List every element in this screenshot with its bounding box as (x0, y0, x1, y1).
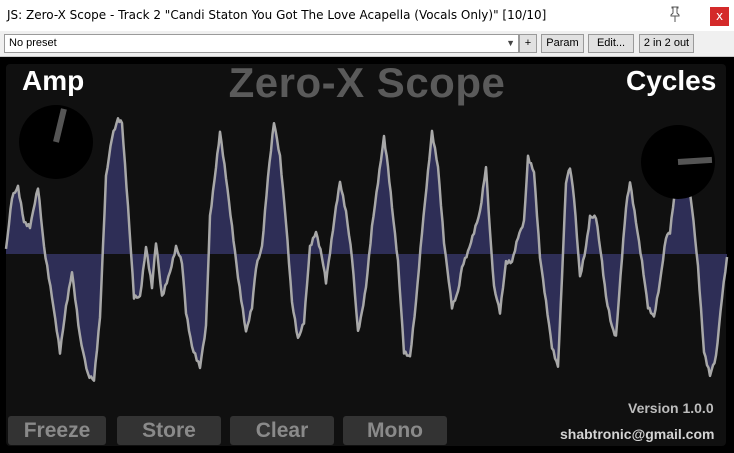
plugin-area: Zero-X Scope Amp Cycles Version 1.0.0 sh… (0, 57, 734, 453)
close-button[interactable]: x (710, 7, 729, 26)
amp-knob[interactable] (17, 103, 95, 181)
clear-button[interactable]: Clear (230, 416, 334, 445)
pin-icon[interactable] (667, 5, 683, 23)
cycles-knob[interactable] (639, 123, 717, 201)
cycles-label: Cycles (626, 65, 717, 96)
author-email: shabtronic@gmail.com (560, 426, 715, 442)
preset-dropdown[interactable]: No preset ▼ (4, 34, 519, 53)
title-bar: JS: Zero-X Scope - Track 2 "Candi Staton… (0, 0, 734, 31)
toolbar: No preset ▼ + Param Edit... 2 in 2 out ✓ (0, 31, 734, 84)
mono-button[interactable]: Mono (343, 416, 447, 445)
preset-value: No preset (9, 37, 57, 49)
waveform-fill (6, 118, 727, 381)
param-button[interactable]: Param (541, 34, 584, 53)
edit-button[interactable]: Edit... (588, 34, 634, 53)
window-title: JS: Zero-X Scope - Track 2 "Candi Staton… (7, 8, 547, 22)
freeze-button[interactable]: Freeze (8, 416, 106, 445)
waveform (4, 117, 729, 382)
version-text: Version 1.0.0 (628, 400, 714, 416)
close-icon: x (715, 9, 724, 23)
routing-button[interactable]: 2 in 2 out (639, 34, 694, 53)
add-preset-button[interactable]: + (519, 34, 537, 53)
store-button[interactable]: Store (117, 416, 221, 445)
plugin-title: Zero-X Scope (228, 59, 506, 106)
amp-label: Amp (22, 65, 85, 96)
chevron-down-icon: ▼ (506, 38, 515, 48)
